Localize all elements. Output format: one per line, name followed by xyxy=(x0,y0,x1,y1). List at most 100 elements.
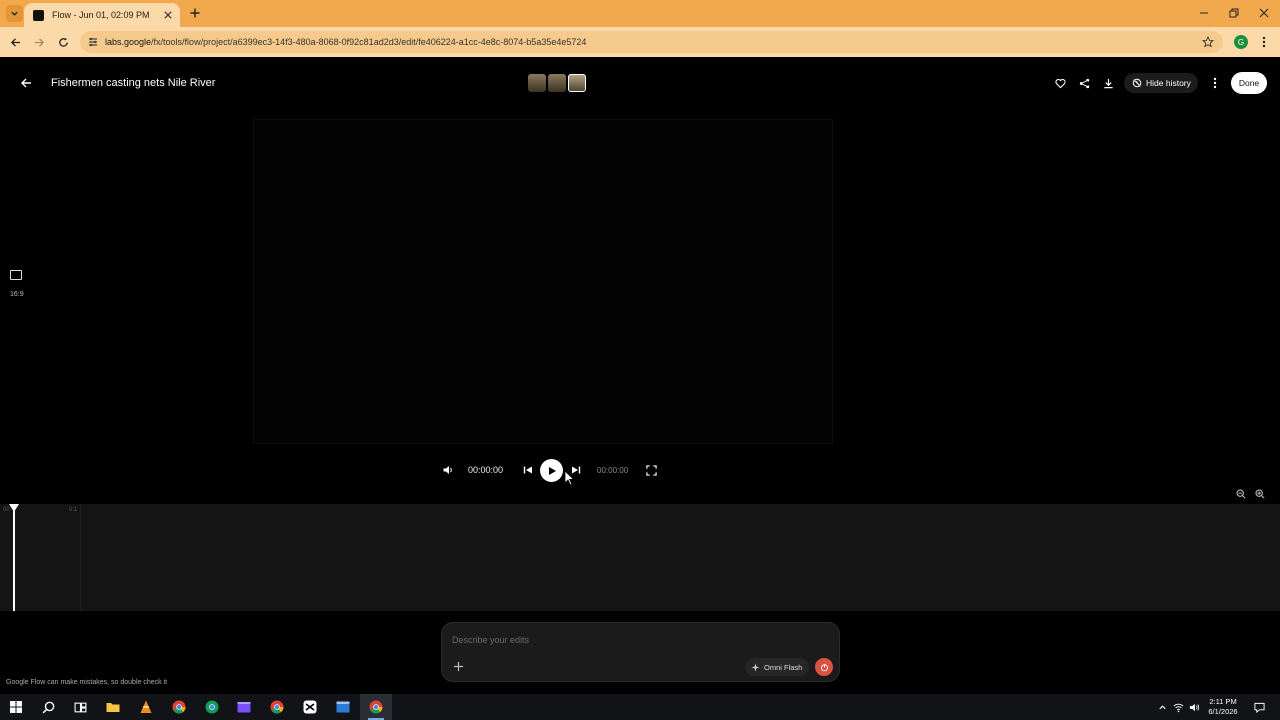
clip-thumbnail[interactable] xyxy=(528,74,546,92)
taskbar-chrome[interactable] xyxy=(204,699,220,715)
clip-thumbnail-selected[interactable] xyxy=(568,74,586,92)
tab-search-button[interactable] xyxy=(6,5,23,22)
aspect-ratio-label: 16:9 xyxy=(10,291,24,298)
tab-close-button[interactable] xyxy=(162,9,174,21)
show-hidden-icons-button[interactable] xyxy=(1156,701,1168,713)
clip-thumbnail[interactable] xyxy=(548,74,566,92)
taskbar-file-explorer[interactable] xyxy=(105,699,121,715)
restore-window-button[interactable] xyxy=(1227,6,1241,20)
download-button[interactable] xyxy=(1101,76,1115,90)
back-button[interactable] xyxy=(8,35,22,49)
sparkle-icon xyxy=(751,662,760,672)
windows-start-button[interactable] xyxy=(8,699,24,715)
network-button[interactable] xyxy=(1172,701,1184,713)
more-options-button[interactable] xyxy=(1208,76,1222,90)
volume-tray-button[interactable] xyxy=(1188,701,1200,713)
close-window-button[interactable] xyxy=(1257,6,1271,20)
fullscreen-button[interactable] xyxy=(644,463,658,477)
history-icon xyxy=(1132,78,1142,88)
playhead-handle[interactable] xyxy=(9,504,19,512)
add-media-button[interactable] xyxy=(451,659,465,673)
new-tab-button[interactable] xyxy=(188,6,202,20)
minimize-window-button[interactable] xyxy=(1197,6,1211,20)
task-view-button[interactable] xyxy=(72,699,88,715)
model-label: Omni Flash xyxy=(764,662,803,672)
taskbar-chrome[interactable] xyxy=(269,699,285,715)
playhead[interactable] xyxy=(13,504,15,611)
done-button[interactable]: Done xyxy=(1231,72,1267,94)
taskbar-video-editor[interactable] xyxy=(236,699,252,715)
more-vertical-icon xyxy=(1262,36,1266,48)
timeline[interactable]: 00 0:1 xyxy=(0,504,1280,611)
zoom-in-button[interactable] xyxy=(1254,488,1266,500)
folder-icon xyxy=(106,703,120,712)
skip-previous-icon xyxy=(523,466,532,474)
fullscreen-icon xyxy=(645,464,657,476)
taskbar-app-window[interactable] xyxy=(335,699,351,715)
tab-title: Flow - Jun 01, 02:09 PM xyxy=(52,10,150,20)
timeline-divider xyxy=(80,504,81,611)
notifications-button[interactable] xyxy=(1253,701,1265,713)
taskbar-clock[interactable]: 2:11 PM 6/1/2026 xyxy=(1203,697,1243,717)
aspect-ratio-icon[interactable] xyxy=(10,270,22,280)
hide-history-button[interactable]: Hide history xyxy=(1124,73,1198,93)
search-icon xyxy=(42,701,54,713)
reload-button[interactable] xyxy=(56,35,70,49)
vlc-icon xyxy=(140,700,152,713)
minimize-icon xyxy=(1200,12,1208,14)
plus-icon xyxy=(453,661,463,671)
app-back-button[interactable] xyxy=(18,75,34,91)
video-preview[interactable] xyxy=(253,119,833,444)
capcut-icon xyxy=(303,700,317,714)
volume-icon xyxy=(443,466,452,474)
taskbar-chrome[interactable] xyxy=(171,699,187,715)
chevron-down-icon xyxy=(11,11,18,16)
chrome-icon xyxy=(369,700,383,714)
zoom-out-icon xyxy=(1236,489,1246,499)
zoom-out-button[interactable] xyxy=(1235,488,1247,500)
timeline-tick-label: 0:1 xyxy=(69,507,78,513)
chrome-icon xyxy=(270,700,284,714)
disclaimer-text: Google Flow can make mistakes, so double… xyxy=(6,679,168,686)
url-host: labs.google xyxy=(105,37,152,47)
page-title: Fishermen casting nets Nile River xyxy=(51,77,216,89)
share-button[interactable] xyxy=(1077,76,1091,90)
taskbar-search-button[interactable] xyxy=(40,699,56,715)
browser-menu-button[interactable] xyxy=(1259,35,1269,49)
clock-time: 2:11 PM xyxy=(1209,697,1237,706)
plus-icon xyxy=(190,8,200,18)
windows-logo-icon xyxy=(10,701,22,713)
chrome-icon xyxy=(205,700,219,714)
skip-previous-button[interactable] xyxy=(521,463,535,477)
site-info-icon[interactable] xyxy=(87,36,99,48)
power-icon xyxy=(820,663,828,671)
profile-avatar[interactable]: G xyxy=(1234,35,1248,49)
wifi-icon xyxy=(1173,703,1183,712)
clock-date: 6/1/2026 xyxy=(1208,707,1238,716)
window-app-icon xyxy=(336,701,350,713)
taskbar-vlc[interactable] xyxy=(138,699,154,715)
task-view-icon xyxy=(74,702,86,712)
volume-button[interactable] xyxy=(441,463,455,477)
edit-prompt-input[interactable] xyxy=(452,633,822,647)
play-button[interactable] xyxy=(540,459,563,482)
submit-button[interactable] xyxy=(815,658,833,676)
browser-toolbar: labs.google/fx/tools/flow/project/a6399e… xyxy=(0,27,1280,57)
forward-button[interactable] xyxy=(32,35,46,49)
close-icon xyxy=(164,11,172,19)
clapperboard-icon xyxy=(237,702,251,713)
close-icon xyxy=(1259,8,1269,18)
taskbar-chrome-active[interactable] xyxy=(368,699,384,715)
share-icon xyxy=(1079,78,1089,88)
play-icon xyxy=(548,466,556,475)
taskbar-capcut[interactable] xyxy=(302,699,318,715)
address-bar[interactable]: labs.google/fx/tools/flow/project/a6399e… xyxy=(80,31,1223,53)
model-selector[interactable]: Omni Flash xyxy=(745,658,809,676)
bookmark-star-icon[interactable] xyxy=(1202,36,1214,48)
mouse-cursor-icon xyxy=(564,470,574,486)
screen: Flow - Jun 01, 02:09 PM labs.google/fx/t… xyxy=(0,0,1280,720)
url-text: labs.google/fx/tools/flow/project/a6399e… xyxy=(105,37,586,47)
favorite-button[interactable] xyxy=(1053,76,1067,90)
browser-tab[interactable]: Flow - Jun 01, 02:09 PM xyxy=(24,3,180,27)
timeline-tick-label: 00 xyxy=(3,507,10,513)
